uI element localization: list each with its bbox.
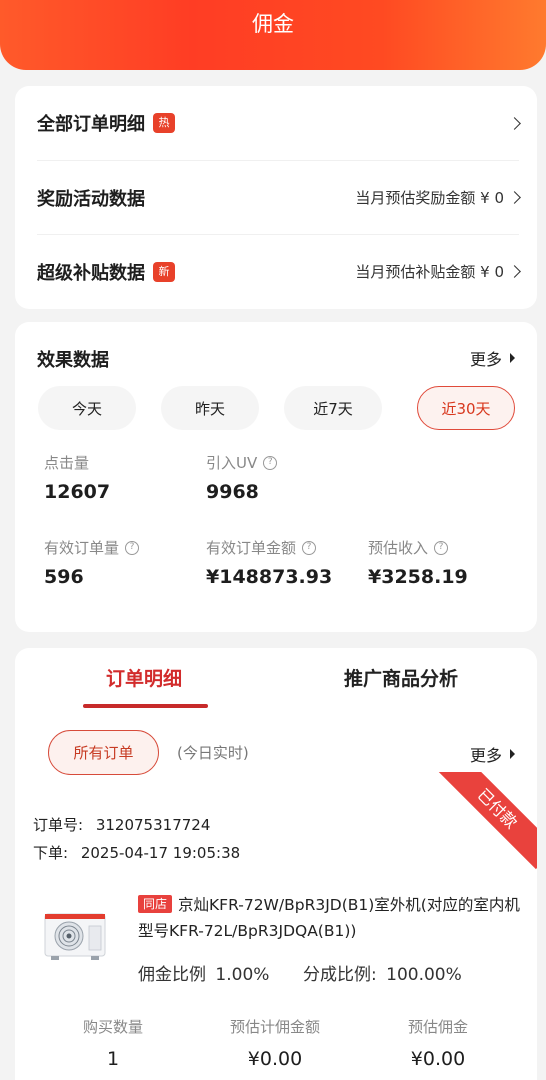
metric-value: 9968 (206, 481, 259, 503)
column-value-estimated-commission: ¥0.00 (410, 1048, 466, 1070)
chevron-right-icon (508, 116, 521, 130)
share-rate-value: 100.00% (386, 965, 462, 985)
filter-note: (今日实时) (177, 744, 249, 762)
chevron-right-icon (508, 265, 521, 278)
share-rate-label: 分成比例: (303, 965, 377, 985)
menu-item-label: 全部订单明细 (37, 114, 145, 135)
filter-all-orders-button[interactable]: 所有订单 (48, 730, 159, 775)
order-time-value: 2025-04-17 19:05:38 (80, 844, 241, 862)
metric-valid-order-amount: 有效订单金额? ¥148873.93 (206, 537, 332, 588)
share-rate: 分成比例: 100.00% (303, 960, 462, 985)
menu-item-reward-activity[interactable]: 奖励活动数据 当月预估奖励金额 ¥ 0 (37, 160, 521, 234)
help-icon[interactable]: ? (125, 540, 140, 555)
status-ribbon-clip: 已付款 (417, 772, 537, 872)
column-value-quantity: 1 (106, 1048, 120, 1070)
period-7days[interactable]: 近7天 (284, 386, 382, 430)
orders-card: 订单明细 推广商品分析 所有订单 (今日实时) 更多 已付款 订单号: 3120… (15, 648, 537, 1080)
metric-clicks: 点击量 12607 (44, 452, 110, 503)
reward-amount-text: 当月预估奖励金额 ¥ 0 (355, 189, 504, 207)
menu-item-super-subsidy[interactable]: 超级补贴数据 新 当月预估补贴金额 ¥ 0 (37, 234, 521, 308)
commission-rate-label: 佣金比例 (138, 965, 206, 985)
product-image[interactable] (41, 898, 111, 968)
column-label-estimated-base: 预估计佣金额 (229, 1018, 320, 1036)
subsidy-amount-text: 当月预估补贴金额 ¥ 0 (355, 263, 504, 281)
metric-estimated-income: 预估收入? ¥3258.19 (368, 537, 468, 588)
product-title[interactable]: 同店 京灿KFR-72W/BpR3JD(B1)室外机(对应的室内机型号KFR-72… (138, 892, 523, 944)
triangle-right-icon (510, 353, 515, 363)
order-time: 下单: 2025-04-17 19:05:38 (33, 842, 240, 863)
metric-value: 596 (44, 566, 84, 588)
status-ribbon: 已付款 (436, 772, 537, 870)
help-icon[interactable]: ? (263, 455, 278, 470)
tab-product-analysis[interactable]: 推广商品分析 (344, 664, 458, 691)
period-30days[interactable]: 近30天 (417, 386, 515, 430)
active-tab-underline (83, 704, 208, 708)
period-today[interactable]: 今天 (38, 386, 136, 430)
order-number: 订单号: 312075317724 (33, 814, 210, 835)
hot-badge: 热 (153, 113, 175, 133)
section-title: 效果数据 (37, 350, 109, 371)
column-label-estimated-commission: 预估佣金 (407, 1018, 468, 1036)
help-icon[interactable]: ? (434, 540, 449, 555)
same-store-tag: 同店 (138, 895, 173, 913)
new-badge: 新 (153, 261, 175, 282)
menu-item-label: 奖励活动数据 (37, 188, 145, 210)
order-time-label: 下单: (33, 844, 69, 862)
period-yesterday[interactable]: 昨天 (161, 386, 259, 430)
metric-value: ¥3258.19 (368, 566, 468, 588)
commission-rate: 佣金比例 1.00% (138, 960, 269, 985)
product-title-text: 京灿KFR-72W/BpR3JD(B1)室外机(对应的室内机型号KFR-72L/… (138, 896, 520, 940)
metric-valid-orders: 有效订单量? 596 (44, 537, 140, 588)
help-icon[interactable]: ? (302, 540, 317, 555)
chevron-right-icon (508, 191, 521, 204)
tab-order-details[interactable]: 订单明细 (106, 664, 182, 691)
metric-label: 有效订单量 (44, 539, 120, 557)
column-label-quantity: 购买数量 (82, 1018, 143, 1036)
order-number-value: 312075317724 (95, 816, 211, 834)
menu-item-all-orders[interactable]: 全部订单明细 热 (37, 86, 521, 160)
effect-more-link[interactable]: 更多 (470, 346, 515, 370)
orders-more-link[interactable]: 更多 (470, 742, 515, 766)
more-label: 更多 (469, 746, 502, 765)
column-value-estimated-base: ¥0.00 (247, 1048, 303, 1070)
metric-label: 引入UV (206, 454, 258, 472)
effect-data-card: 效果数据 更多 今天 昨天 近7天 近30天 点击量 12607 引入UV? 9… (15, 322, 537, 632)
metric-value: 12607 (44, 481, 111, 503)
menu-card: 全部订单明细 热 奖励活动数据 当月预估奖励金额 ¥ 0 超级补贴数据 新 当月… (15, 86, 537, 309)
metric-label: 点击量 (44, 454, 90, 472)
metric-label: 有效订单金额 (206, 539, 297, 557)
more-label: 更多 (469, 350, 502, 369)
commission-rate-value: 1.00% (215, 965, 270, 985)
order-number-label: 订单号: (33, 816, 84, 834)
page-title: 佣金 (252, 12, 294, 36)
metric-uv: 引入UV? 9968 (206, 452, 278, 503)
metric-value: ¥148873.93 (206, 566, 333, 588)
metric-label: 预估收入 (368, 539, 429, 557)
menu-item-label: 超级补贴数据 (37, 262, 145, 284)
triangle-right-icon (510, 749, 515, 759)
page-header: 佣金 (0, 0, 546, 70)
